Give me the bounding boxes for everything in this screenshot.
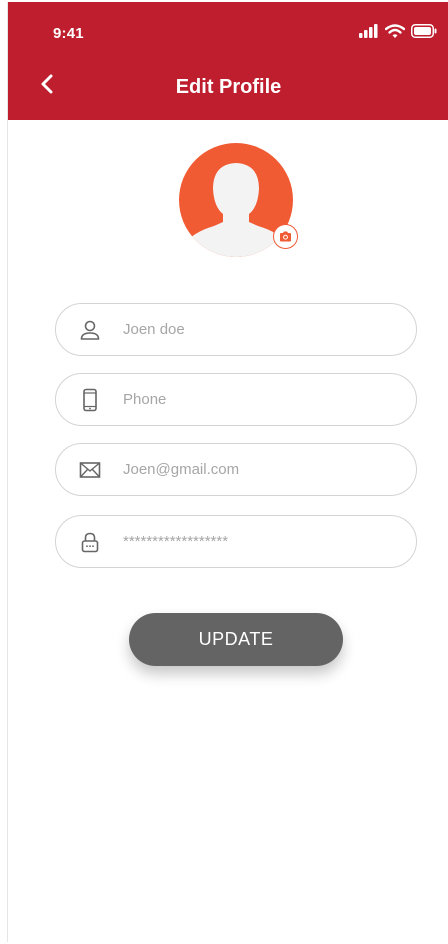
camera-icon [280, 231, 291, 242]
email-input[interactable] [123, 444, 403, 495]
phone-icon [83, 388, 97, 412]
phone-input[interactable] [123, 374, 403, 425]
name-field[interactable] [55, 303, 417, 356]
change-photo-button[interactable] [273, 224, 298, 249]
screen: 9:41 Edit Profile Joen doe Phone Joen@gm… [7, 2, 448, 942]
name-input[interactable] [123, 304, 403, 355]
mail-icon [79, 462, 101, 478]
page-title: Edit Profile [175, 76, 282, 98]
signal-icon [359, 24, 378, 38]
lock-icon [81, 532, 99, 553]
battery-icon [411, 24, 437, 38]
user-icon [80, 320, 100, 340]
password-input[interactable] [123, 516, 403, 567]
status-time: 9:41 [53, 25, 84, 42]
password-field[interactable] [55, 515, 417, 568]
email-field[interactable] [55, 443, 417, 496]
header-bar: 9:41 Edit Profile [8, 2, 448, 120]
wifi-icon [385, 24, 405, 38]
update-button[interactable]: UPDATE [129, 613, 343, 666]
phone-field[interactable] [55, 373, 417, 426]
